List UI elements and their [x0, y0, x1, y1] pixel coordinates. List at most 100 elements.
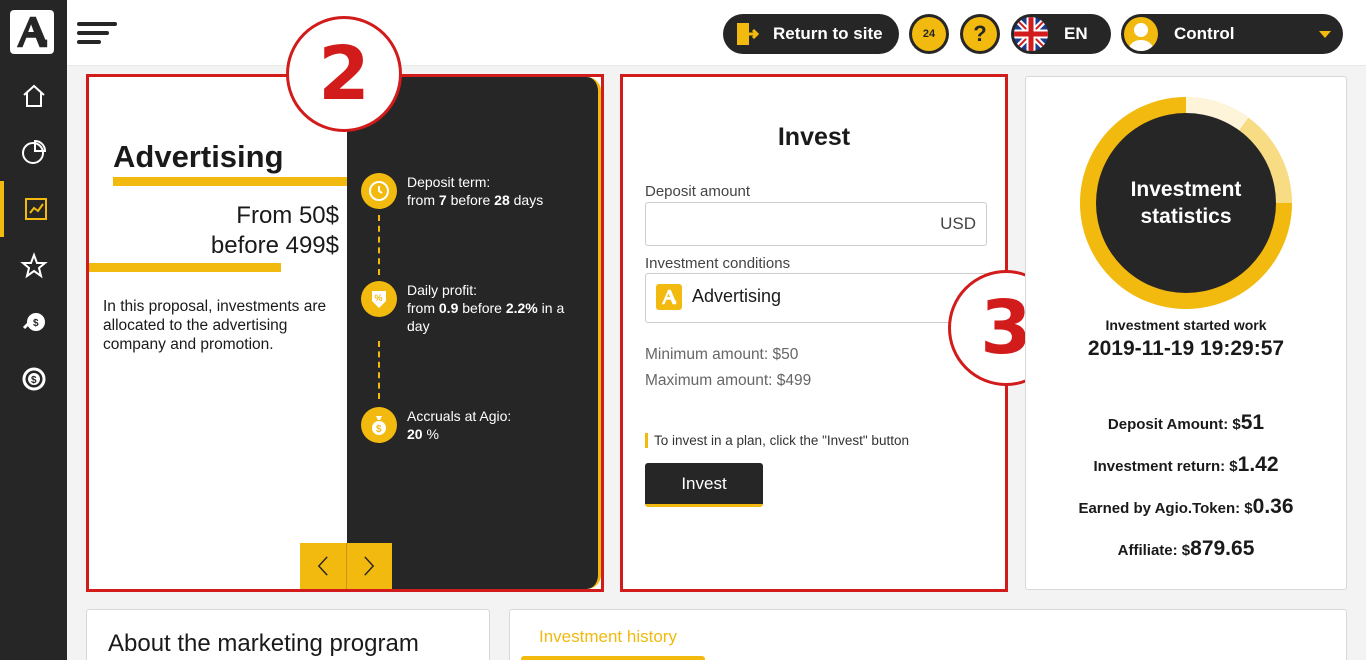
svg-text:$: $	[33, 318, 39, 329]
exit-door-icon	[737, 23, 759, 45]
plan-carousel-controls	[300, 543, 392, 589]
earned-token-stat: Earned by Agio.Token: $0.36	[1026, 495, 1346, 519]
help-icon: ?	[963, 17, 997, 51]
stat-label: Investment return: $	[1093, 458, 1238, 475]
investment-history-card: Investment history	[509, 609, 1347, 660]
feature-text: before	[446, 192, 495, 208]
started-label: Investment started work	[1105, 317, 1267, 333]
prev-plan-button[interactable]	[300, 543, 347, 589]
feature-text: before	[458, 300, 506, 316]
feature-text: from	[407, 300, 439, 316]
pie-chart-nav-icon[interactable]	[0, 124, 67, 180]
plan-price-range: From 50$ before 499$	[211, 201, 339, 261]
maximum-amount: Maximum amount: $499	[645, 372, 812, 389]
feature-text: days	[509, 192, 544, 208]
feature-label: Accruals at Agio:	[407, 408, 512, 424]
started-datetime: 2019-11-19 19:29:57	[1087, 337, 1285, 360]
investment-conditions-label: Investment conditions	[645, 255, 791, 272]
feature-value: 2.2%	[505, 300, 538, 316]
svg-text:$: $	[376, 424, 382, 435]
donut-title-line1: Investment	[1130, 178, 1242, 201]
stat-value: 51	[1240, 411, 1265, 434]
support-24-button[interactable]: 24	[909, 14, 949, 54]
money-bag-icon: $	[361, 407, 397, 443]
svg-text:$: $	[31, 375, 37, 386]
stat-value: 879.65	[1190, 537, 1255, 560]
investments-nav-icon[interactable]	[0, 181, 67, 237]
help-button[interactable]: ?	[960, 14, 1000, 54]
return-to-site-button[interactable]: Return to site	[723, 14, 899, 54]
percent-tag-icon: %	[361, 281, 397, 317]
title-underline	[113, 177, 347, 186]
deposit-amount-label: Deposit amount	[645, 183, 751, 200]
step-badge-2: 2	[286, 16, 402, 132]
investment-return-stat: Investment return: $1.42	[1026, 453, 1346, 477]
plan-from: From 50$	[236, 202, 339, 229]
agio-logo-icon	[16, 16, 48, 48]
star-nav-icon[interactable]	[0, 238, 67, 294]
stat-value: 0.36	[1252, 495, 1294, 518]
feature-value: 0.9	[438, 300, 459, 316]
minimum-amount: Minimum amount: $50	[645, 346, 799, 363]
invest-button[interactable]: Invest	[645, 463, 763, 507]
help-label: ?	[973, 21, 987, 46]
invest-title: Invest	[777, 123, 851, 151]
feature-value: 7	[438, 192, 447, 208]
price-underline	[89, 263, 281, 272]
investment-statistics-card: Investment statistics Investment started…	[1025, 76, 1347, 590]
support-phone-icon: 24	[912, 17, 946, 51]
feature-value: 20	[407, 426, 423, 442]
feature-value: 28	[494, 192, 510, 208]
feature-connector	[378, 341, 380, 399]
feature-text: %	[422, 426, 439, 442]
svg-text:%: %	[375, 293, 383, 303]
donut-title: Investment statistics	[1096, 113, 1276, 293]
user-menu[interactable]: Control	[1121, 14, 1343, 54]
top-bar: Return to site 24 ? EN Control	[67, 0, 1366, 66]
user-name-label: Control	[1174, 24, 1235, 43]
active-tab-indicator	[521, 656, 705, 660]
language-label: EN	[1064, 24, 1088, 43]
chevron-left-icon	[317, 556, 328, 576]
clock-icon	[361, 173, 397, 209]
uk-flag-icon	[1014, 17, 1048, 51]
plan-summary: Advertising From 50$ before 499$ In this…	[89, 77, 347, 589]
language-selector[interactable]: EN	[1011, 14, 1111, 54]
invest-hint: To invest in a plan, click the "Invest" …	[645, 433, 909, 448]
deposit-amount-input[interactable]: USD	[645, 202, 987, 246]
agio-logo[interactable]	[10, 10, 54, 54]
stat-label: Deposit Amount: $	[1107, 416, 1241, 433]
feature-label: Deposit term:	[407, 174, 491, 190]
wallet-nav-icon[interactable]: $	[0, 294, 67, 350]
plan-features: Deposit term: from 7 before 28 days % Da…	[347, 77, 601, 589]
donut-title-line2: statistics	[1140, 205, 1232, 228]
affiliate-stat: Affiliate: $879.65	[1026, 537, 1346, 561]
sidebar: $ $	[0, 0, 67, 660]
feature-text: from	[407, 192, 439, 208]
marketing-program-card: About the marketing program	[86, 609, 490, 660]
stat-label: Affiliate: $	[1117, 542, 1191, 559]
agio-plan-icon	[656, 284, 682, 310]
home-nav-icon[interactable]	[0, 68, 67, 124]
feature-daily-profit: % Daily profit: from 0.9 before 2.2% in …	[361, 281, 587, 335]
exchange-nav-icon[interactable]: $	[0, 351, 67, 407]
feature-connector	[378, 215, 380, 275]
investment-conditions-select[interactable]: Advertising	[645, 273, 995, 323]
tab-investment-history[interactable]: Investment history	[539, 627, 677, 647]
return-to-site-label: Return to site	[773, 24, 883, 43]
selected-plan: Advertising	[692, 286, 782, 306]
plan-title: Advertising	[113, 139, 284, 174]
support-24-label: 24	[922, 28, 936, 40]
user-avatar-icon	[1124, 17, 1158, 51]
chevron-down-icon	[1319, 31, 1331, 38]
feature-deposit-term: Deposit term: from 7 before 28 days	[361, 173, 587, 209]
menu-toggle-icon[interactable]	[77, 22, 117, 44]
currency-unit: USD	[940, 214, 976, 233]
feature-accruals: $ Accruals at Agio: 20 %	[361, 407, 587, 443]
next-plan-button[interactable]	[347, 543, 393, 589]
stat-label: Earned by Agio.Token: $	[1078, 500, 1253, 517]
chevron-right-icon	[364, 556, 375, 576]
marketing-program-title: About the marketing program	[108, 630, 419, 657]
stat-value: 1.42	[1237, 453, 1279, 476]
plan-description: In this proposal, investments are alloca…	[103, 298, 327, 353]
